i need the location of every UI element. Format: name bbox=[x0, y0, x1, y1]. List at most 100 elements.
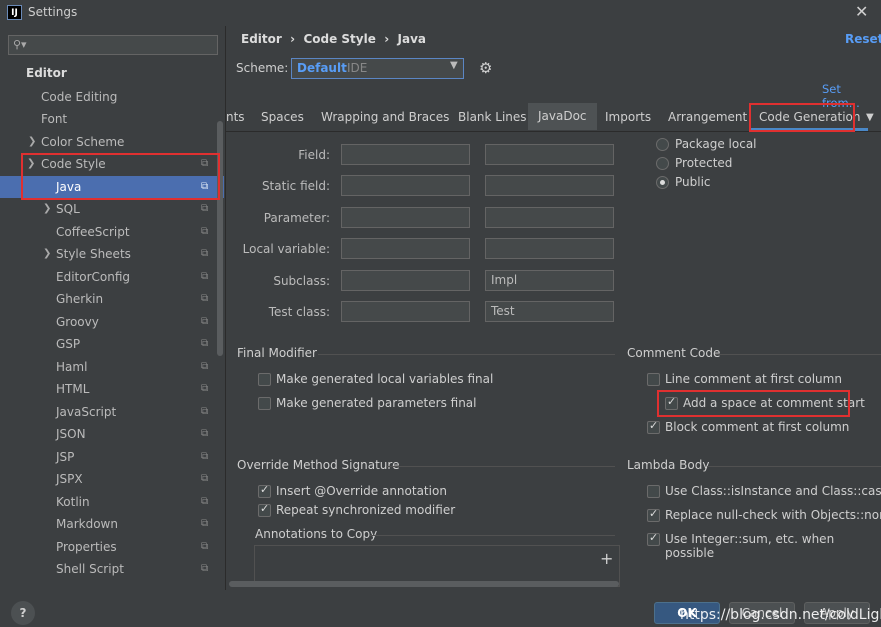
parameter-label: Parameter: bbox=[263, 211, 330, 225]
field-label: Field: bbox=[298, 148, 330, 162]
sidebar-heading-editor[interactable]: Editor bbox=[0, 62, 224, 84]
divider bbox=[318, 354, 615, 355]
checkbox-insert-override[interactable] bbox=[258, 483, 271, 498]
highlight-box-space-comment bbox=[657, 390, 850, 417]
local-variable-prefix-input[interactable] bbox=[341, 238, 470, 259]
copy-icon: ⧉ bbox=[201, 473, 209, 484]
checkbox-label: Repeat synchronized modifier bbox=[276, 503, 456, 517]
sidebar-item-coffeescript[interactable]: CoffeeScript ⧉ bbox=[0, 221, 224, 243]
copy-icon: ⧉ bbox=[201, 406, 209, 417]
sidebar-item-shell-script[interactable]: Shell Script ⧉ bbox=[0, 558, 224, 580]
sidebar-item-kotlin[interactable]: Kotlin ⧉ bbox=[0, 491, 224, 513]
gear-icon[interactable]: ⚙ bbox=[479, 59, 492, 77]
radio-label: Protected bbox=[675, 156, 733, 170]
annotations-to-copy-label: Annotations to Copy bbox=[255, 527, 378, 541]
checkbox-label: Use Class::isInstance and Class::cast wh… bbox=[665, 484, 881, 498]
help-button[interactable]: ? bbox=[11, 601, 35, 625]
sidebar-item-html[interactable]: HTML ⧉ bbox=[0, 378, 224, 400]
divider bbox=[387, 466, 615, 467]
subclass-label: Subclass: bbox=[273, 274, 330, 288]
static-field-suffix-input[interactable] bbox=[485, 175, 614, 196]
field-suffix-input[interactable] bbox=[485, 144, 614, 165]
tab-spaces[interactable]: Spaces bbox=[261, 104, 304, 131]
add-icon[interactable]: + bbox=[600, 549, 613, 568]
test-class-label: Test class: bbox=[268, 305, 330, 319]
sidebar-item-json[interactable]: JSON ⧉ bbox=[0, 423, 224, 445]
tab-wrapping[interactable]: Wrapping and Braces bbox=[321, 104, 449, 131]
chevron-right-icon[interactable]: ❯ bbox=[43, 198, 51, 220]
sidebar-item-font[interactable]: Font bbox=[0, 108, 224, 130]
checkbox-class-isinstance[interactable] bbox=[647, 485, 660, 498]
checkbox-label: Line comment at first column bbox=[665, 372, 842, 386]
chevron-down-icon: ▼ bbox=[450, 60, 458, 71]
watermark-text: https://blog.csdn.net/coldLight1 bbox=[680, 607, 881, 623]
sidebar-item-code-editing[interactable]: Code Editing bbox=[0, 86, 224, 108]
breadcrumb: Editor › Code Style › Java bbox=[241, 32, 427, 46]
chevron-right-icon[interactable]: ❯ bbox=[43, 243, 51, 265]
tab-imports[interactable]: Imports bbox=[605, 104, 651, 131]
copy-icon: ⧉ bbox=[201, 361, 209, 372]
search-input[interactable]: ⚲▾ bbox=[8, 35, 218, 55]
sidebar-item-javascript[interactable]: JavaScript ⧉ bbox=[0, 401, 224, 423]
sidebar-item-editorconfig[interactable]: EditorConfig ⧉ bbox=[0, 266, 224, 288]
sidebar-item-color-scheme[interactable]: ❯ Color Scheme bbox=[0, 131, 224, 153]
reset-link[interactable]: Reset bbox=[845, 32, 881, 46]
sidebar-item-jsp[interactable]: JSP ⧉ bbox=[0, 446, 224, 468]
sidebar-item-jspx[interactable]: JSPX ⧉ bbox=[0, 468, 224, 490]
scheme-select[interactable]: Default IDE ▼ bbox=[291, 58, 464, 79]
radio-package-local[interactable] bbox=[656, 138, 669, 151]
radio-protected[interactable] bbox=[656, 157, 669, 170]
sidebar-item-sql[interactable]: ❯ SQL ⧉ bbox=[0, 198, 224, 220]
sidebar-item-gherkin[interactable]: Gherkin ⧉ bbox=[0, 288, 224, 310]
local-variable-suffix-input[interactable] bbox=[485, 238, 614, 259]
copy-icon: ⧉ bbox=[201, 316, 209, 327]
copy-icon: ⧉ bbox=[201, 226, 209, 237]
section-title-final-modifier: Final Modifier bbox=[237, 346, 317, 360]
test-class-prefix-input[interactable] bbox=[341, 301, 470, 322]
sidebar-item-markdown[interactable]: Markdown ⧉ bbox=[0, 513, 224, 535]
checkbox-repeat-synchronized[interactable] bbox=[258, 502, 271, 517]
checkbox-block-comment-first-column[interactable] bbox=[647, 419, 660, 434]
checkbox-label: Replace null-check with Objects::nonNull… bbox=[665, 508, 881, 522]
checkbox-label: Make generated parameters final bbox=[276, 396, 477, 410]
tab-javadoc[interactable]: JavaDoc bbox=[528, 103, 597, 130]
tab-arrangement[interactable]: Arrangement bbox=[668, 104, 747, 131]
checkbox-label: Use Integer::sum, etc. when possible bbox=[665, 532, 835, 560]
copy-icon: ⧉ bbox=[201, 203, 209, 214]
app-logo-icon: IJ bbox=[7, 5, 22, 20]
sidebar-item-groovy[interactable]: Groovy ⧉ bbox=[0, 311, 224, 333]
test-class-suffix-input[interactable]: Test bbox=[485, 301, 614, 322]
static-field-prefix-input[interactable] bbox=[341, 175, 470, 196]
tab-comments[interactable]: nts bbox=[226, 104, 245, 131]
subclass-suffix-input[interactable]: Impl bbox=[485, 270, 614, 291]
copy-icon: ⧉ bbox=[201, 293, 209, 304]
radio-public[interactable] bbox=[656, 176, 669, 189]
sidebar-item-haml[interactable]: Haml ⧉ bbox=[0, 356, 224, 378]
parameter-suffix-input[interactable] bbox=[485, 207, 614, 228]
sidebar-item-properties[interactable]: Properties ⧉ bbox=[0, 536, 224, 558]
radio-label: Package local bbox=[675, 137, 757, 151]
chevron-down-icon[interactable]: ▼ bbox=[866, 104, 874, 131]
scheme-label: Scheme: bbox=[236, 61, 289, 75]
field-prefix-input[interactable] bbox=[341, 144, 470, 165]
section-title-lambda-body: Lambda Body bbox=[627, 458, 710, 472]
chevron-right-icon[interactable]: ❯ bbox=[28, 131, 36, 153]
copy-icon: ⧉ bbox=[201, 383, 209, 394]
copy-icon: ⧉ bbox=[201, 563, 209, 574]
subclass-prefix-input[interactable] bbox=[341, 270, 470, 291]
checkbox-params-final[interactable] bbox=[258, 397, 271, 410]
close-icon[interactable]: ✕ bbox=[855, 2, 868, 21]
scheme-sub: IDE bbox=[347, 61, 368, 75]
sidebar-item-gsp[interactable]: GSP ⧉ bbox=[0, 333, 224, 355]
checkbox-line-comment-first-column[interactable] bbox=[647, 373, 660, 386]
sidebar-item-style-sheets[interactable]: ❯ Style Sheets ⧉ bbox=[0, 243, 224, 265]
copy-icon: ⧉ bbox=[201, 541, 209, 552]
checkbox-local-final[interactable] bbox=[258, 373, 271, 386]
horizontal-scrollbar[interactable] bbox=[229, 581, 619, 587]
checkbox-replace-null-check[interactable] bbox=[647, 507, 660, 522]
copy-icon: ⧉ bbox=[201, 248, 209, 259]
tab-blank-lines[interactable]: Blank Lines bbox=[458, 104, 527, 131]
checkbox-integer-sum[interactable] bbox=[647, 531, 660, 546]
window-title: Settings bbox=[28, 5, 78, 19]
parameter-prefix-input[interactable] bbox=[341, 207, 470, 228]
